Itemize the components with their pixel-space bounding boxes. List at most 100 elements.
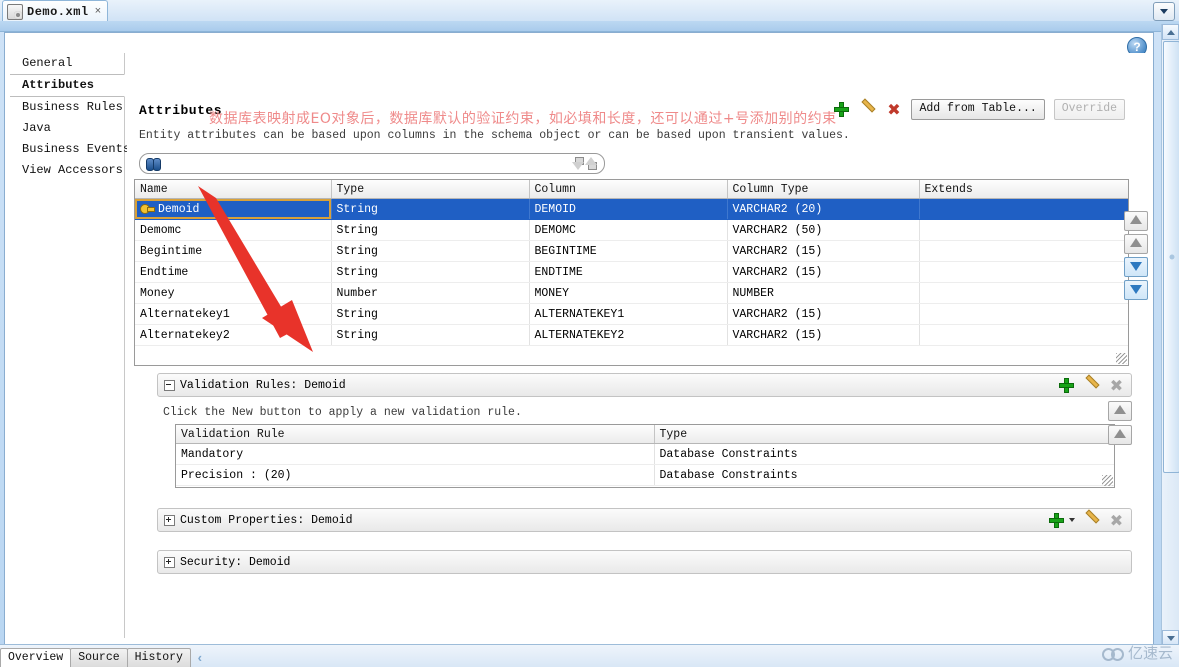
scroll-up-button[interactable] [1162,24,1179,40]
search-input[interactable] [161,155,572,172]
cell-column[interactable]: ALTERNATEKEY1 [529,303,728,325]
cell-column-type[interactable]: VARCHAR2 (15) [727,324,920,346]
sidebar-item-view-accessors[interactable]: View Accessors [10,160,124,181]
cell-type[interactable]: String [331,324,530,346]
cell-validation-type[interactable]: Database Constraints [654,464,1114,486]
find-previous-icon[interactable] [585,157,598,170]
add-custom-property-icon[interactable] [1048,512,1065,529]
document-tab-demo-xml[interactable]: Demo.xml × [2,0,109,22]
table-row[interactable]: Demoid String DEMOID VARCHAR2 (20) [135,198,1128,220]
column-header-column-type[interactable]: Column Type [727,180,920,199]
cell-column-type[interactable]: VARCHAR2 (15) [727,303,920,325]
validation-rules-header[interactable]: Validation Rules: Demoid ✖ [157,373,1132,397]
edit-custom-property-icon[interactable] [1083,512,1100,529]
table-row[interactable]: Money Number MONEY NUMBER [135,282,1128,304]
attributes-table[interactable]: Name Type Column Column Type Extends Dem… [134,179,1129,366]
resize-grip-icon[interactable] [1102,475,1113,486]
cell-column[interactable]: DEMOID [529,198,728,220]
cell-type[interactable]: String [331,198,530,220]
attribute-search-bar[interactable] [139,153,605,174]
vertical-scrollbar[interactable] [1161,24,1179,646]
chevron-down-icon[interactable] [1069,518,1075,522]
table-row[interactable]: Endtime String ENDTIME VARCHAR2 (15) [135,261,1128,283]
cell-column-type[interactable]: NUMBER [727,282,920,304]
cell-column-type[interactable]: VARCHAR2 (15) [727,261,920,283]
column-header-type[interactable]: Type [331,180,530,199]
document-tab-strip: Demo.xml × [0,0,1179,22]
cell-name[interactable]: Alternatekey2 [135,324,332,346]
column-header-column[interactable]: Column [529,180,728,199]
validation-rules-title: Validation Rules: Demoid [180,378,346,392]
tab-overview[interactable]: Overview [0,648,72,667]
edit-pencil-icon[interactable] [859,101,876,118]
edit-validation-rule-icon[interactable] [1083,377,1100,394]
table-row[interactable]: Precision : (20) Database Constraints [176,464,1114,486]
move-down-button[interactable] [1124,257,1148,277]
security-header[interactable]: Security: Demoid [157,550,1132,574]
cell-name[interactable]: Begintime [135,240,332,262]
cell-column-type[interactable]: VARCHAR2 (15) [727,240,920,262]
sidebar-item-java[interactable]: Java [10,118,124,139]
column-header-extends[interactable]: Extends [919,180,1128,199]
cell-type[interactable]: Number [331,282,530,304]
validation-move-up-button[interactable] [1108,401,1132,421]
cell-type[interactable]: String [331,219,530,241]
add-from-table-button[interactable]: Add from Table... [911,99,1045,120]
cell-extends[interactable] [919,198,1128,220]
table-row[interactable]: Mandatory Database Constraints [176,443,1114,465]
resize-grip-icon[interactable] [1116,353,1127,364]
sidebar-item-attributes[interactable]: Attributes [10,74,125,97]
scrollbar-thumb[interactable] [1163,41,1179,473]
cell-name[interactable]: Demomc [135,219,332,241]
cell-column[interactable]: MONEY [529,282,728,304]
chevron-left-icon[interactable]: ‹ [190,651,209,667]
sidebar-item-general[interactable]: General [10,53,124,74]
collapse-expander-icon[interactable] [164,379,175,391]
cell-extends[interactable] [919,282,1128,304]
cell-name[interactable]: Alternatekey1 [135,303,332,325]
move-bottom-button[interactable] [1124,280,1148,300]
add-validation-rule-icon[interactable] [1058,377,1075,394]
cell-column-type[interactable]: VARCHAR2 (50) [727,219,920,241]
cell-column[interactable]: ENDTIME [529,261,728,283]
cell-extends[interactable] [919,261,1128,283]
cell-column[interactable]: DEMOMC [529,219,728,241]
custom-properties-header[interactable]: Custom Properties: Demoid ✖ [157,508,1132,532]
cell-column-type[interactable]: VARCHAR2 (20) [727,198,920,220]
cell-extends[interactable] [919,303,1128,325]
table-row[interactable]: Demomc String DEMOMC VARCHAR2 (50) [135,219,1128,241]
cell-name[interactable]: Endtime [135,261,332,283]
find-next-icon[interactable] [572,157,585,170]
expand-expander-icon[interactable] [164,514,175,526]
add-icon[interactable] [833,101,850,118]
column-header-type[interactable]: Type [654,425,1114,444]
table-row[interactable]: Alternatekey1 String ALTERNATEKEY1 VARCH… [135,303,1128,325]
cell-type[interactable]: String [331,261,530,283]
cell-extends[interactable] [919,240,1128,262]
table-row[interactable]: Begintime String BEGINTIME VARCHAR2 (15) [135,240,1128,262]
editor-list-dropdown-button[interactable] [1153,2,1175,21]
cell-name[interactable]: Money [135,282,332,304]
validation-move-down-button[interactable] [1108,425,1132,445]
sidebar-item-business-rules[interactable]: Business Rules [10,97,124,118]
cell-validation-rule[interactable]: Precision : (20) [176,464,655,486]
sidebar-item-business-events[interactable]: Business Events [10,139,130,160]
cell-extends[interactable] [919,219,1128,241]
table-row[interactable]: Alternatekey2 String ALTERNATEKEY2 VARCH… [135,324,1128,346]
validation-rules-table[interactable]: Validation Rule Type Mandatory Database … [175,424,1115,488]
close-icon[interactable]: × [93,6,102,18]
cell-column[interactable]: BEGINTIME [529,240,728,262]
cell-column[interactable]: ALTERNATEKEY2 [529,324,728,346]
cell-validation-rule[interactable]: Mandatory [176,443,655,465]
column-header-validation-rule[interactable]: Validation Rule [176,425,655,444]
expand-expander-icon[interactable] [164,556,175,568]
cell-type[interactable]: String [331,303,530,325]
tab-source[interactable]: Source [70,648,128,667]
cell-name[interactable]: Demoid [135,198,332,220]
cell-type[interactable]: String [331,240,530,262]
delete-icon[interactable]: ✖ [885,101,902,118]
cell-extends[interactable] [919,324,1128,346]
column-header-name[interactable]: Name [135,180,332,199]
cell-validation-type[interactable]: Database Constraints [654,443,1114,465]
tab-history[interactable]: History [126,648,191,667]
